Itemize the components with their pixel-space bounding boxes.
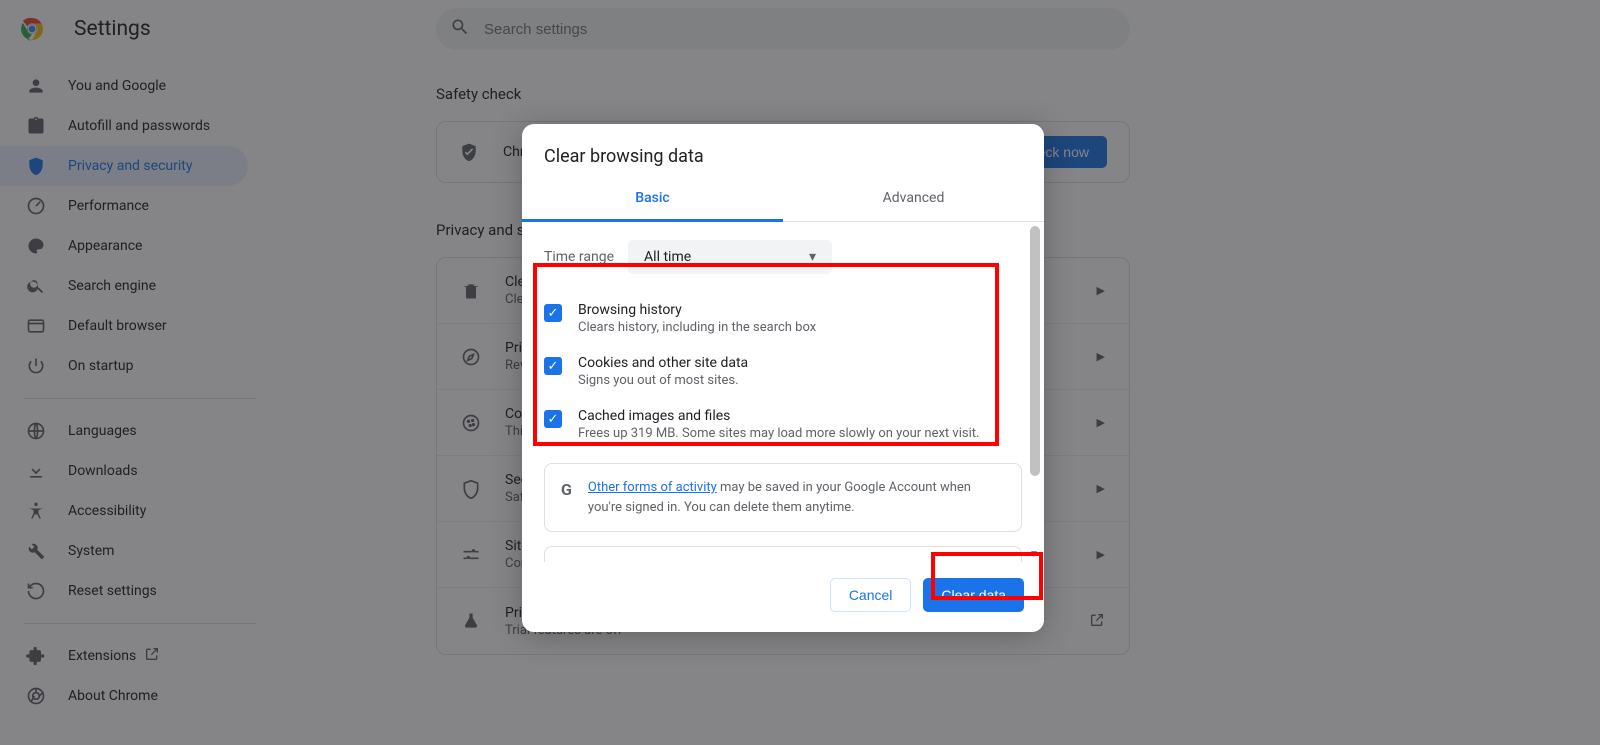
scroll-down-arrow-icon[interactable]: ▼	[1028, 548, 1040, 560]
clear-data-button[interactable]: Clear data	[923, 578, 1024, 612]
dialog-actions: Cancel Clear data	[522, 562, 1044, 632]
option-cookies[interactable]: ✓ Cookies and other site data Signs you …	[544, 345, 1022, 398]
checkbox-checked-icon[interactable]: ✓	[544, 410, 562, 428]
time-range-label: Time range	[544, 249, 614, 265]
dialog-title: Clear browsing data	[522, 124, 1044, 177]
time-range-select[interactable]: All time	[628, 240, 832, 274]
checkbox-checked-icon[interactable]: ✓	[544, 304, 562, 322]
other-activity-info: G Other forms of activity may be saved i…	[544, 463, 1022, 532]
other-forms-link[interactable]: Other forms of activity	[588, 480, 717, 495]
scrollbar-thumb[interactable]	[1030, 226, 1040, 476]
checkbox-checked-icon[interactable]: ✓	[544, 357, 562, 375]
option-cached-images[interactable]: ✓ Cached images and files Frees up 319 M…	[544, 398, 1022, 451]
option-browsing-history[interactable]: ✓ Browsing history Clears history, inclu…	[544, 292, 1022, 345]
clear-browsing-data-dialog: Clear browsing data Basic Advanced Time …	[522, 124, 1044, 632]
dialog-tabs: Basic Advanced	[522, 177, 1044, 222]
tab-advanced[interactable]: Advanced	[783, 177, 1044, 221]
dialog-body: Time range All time ✓ Browsing history C…	[522, 222, 1044, 562]
tab-basic[interactable]: Basic	[522, 177, 783, 222]
google-g-icon: G	[561, 478, 572, 517]
search-engine-info: Your search engine is Secure Search. See…	[544, 546, 1022, 562]
cancel-button[interactable]: Cancel	[830, 578, 912, 612]
